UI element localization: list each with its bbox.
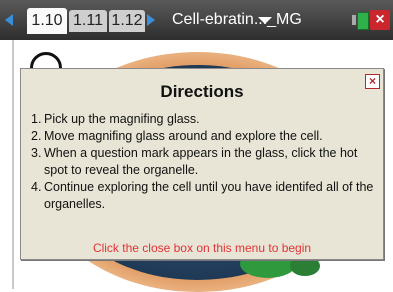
tab-1-12[interactable]: 1.12 bbox=[109, 10, 145, 32]
dialog-title: Directions bbox=[160, 82, 244, 101]
top-bar: 1.10 1.11 1.12 Cell-ebratin..._MG × bbox=[0, 0, 393, 40]
list-item: 1. Pick up the magnifing glass. bbox=[31, 111, 381, 128]
left-arrow-icon[interactable] bbox=[5, 14, 13, 26]
list-item: 4. Continue exploring the cell until you… bbox=[31, 179, 381, 213]
battery-cap bbox=[352, 15, 356, 25]
list-item: 3. When a question mark appears in the g… bbox=[31, 145, 381, 179]
step-text: Move magnifing glass around and explore … bbox=[44, 129, 323, 143]
document-title[interactable]: Cell-ebratin..._MG bbox=[172, 9, 302, 31]
close-icon[interactable]: × bbox=[370, 10, 390, 30]
step-number: 1. bbox=[31, 112, 42, 126]
step-number: 4. bbox=[31, 180, 42, 194]
directions-list: 1. Pick up the magnifing glass. 2. Move … bbox=[31, 111, 381, 213]
dialog-footer-text: Click the close box on this menu to begi… bbox=[92, 241, 312, 255]
step-number: 2. bbox=[31, 129, 42, 143]
battery-icon bbox=[357, 12, 369, 30]
chevron-down-icon[interactable] bbox=[258, 17, 272, 24]
tab-1-11[interactable]: 1.11 bbox=[69, 10, 107, 32]
step-text: Pick up the magnifing glass. bbox=[44, 112, 200, 126]
app-window: 1.10 1.11 1.12 Cell-ebratin..._MG × × Di… bbox=[0, 0, 393, 292]
step-text: Continue exploring the cell until you ha… bbox=[44, 180, 374, 211]
right-arrow-icon[interactable] bbox=[147, 14, 155, 26]
step-text: When a question mark appears in the glas… bbox=[44, 146, 358, 177]
step-number: 3. bbox=[31, 146, 42, 160]
list-item: 2. Move magnifing glass around and explo… bbox=[31, 128, 381, 145]
tab-1-10[interactable]: 1.10 bbox=[27, 8, 67, 34]
directions-dialog: × Directions 1. Pick up the magnifing gl… bbox=[20, 68, 384, 260]
